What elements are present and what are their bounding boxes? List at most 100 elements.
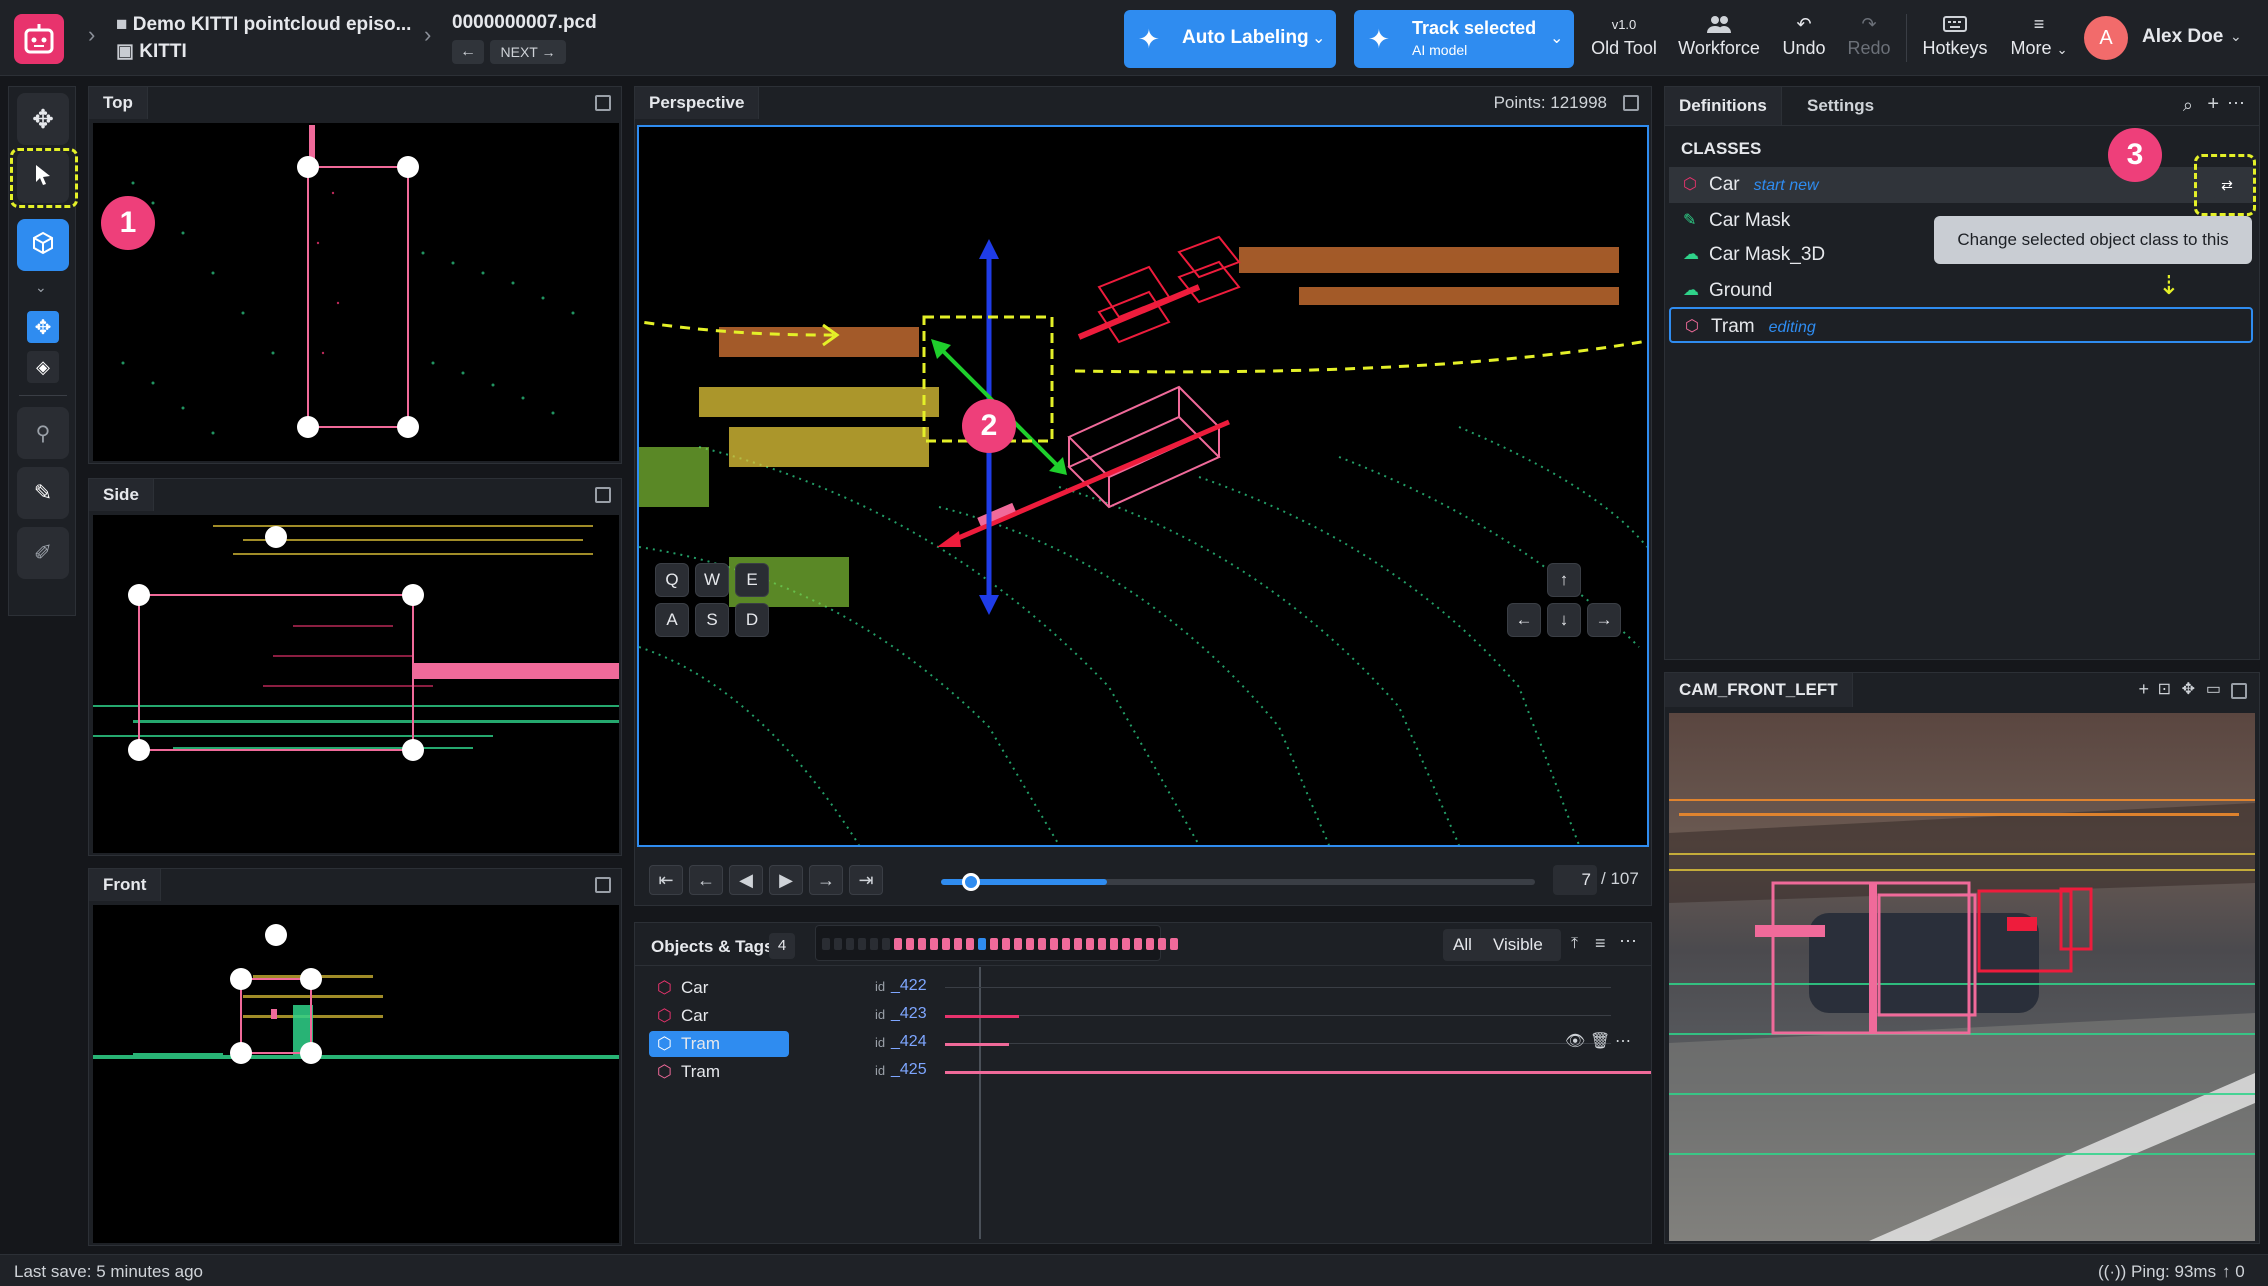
frame-slider-thumb[interactable] <box>961 873 980 891</box>
old-tool-button[interactable]: v1.0 Old Tool <box>1588 10 1660 59</box>
first-frame-button[interactable]: ⇤ <box>649 865 683 895</box>
rotate-handle[interactable] <box>265 924 287 946</box>
move-icon[interactable]: ✥ <box>2182 679 2195 699</box>
frame-cell[interactable] <box>1110 938 1118 950</box>
next-frame-button[interactable]: → <box>809 865 843 895</box>
frame-cell[interactable] <box>1074 938 1082 950</box>
expand-icon[interactable] <box>595 877 611 893</box>
resize-handle[interactable] <box>300 968 322 990</box>
camera-icon[interactable]: ▭ <box>2206 679 2221 699</box>
camera-image[interactable] <box>1669 713 2255 1241</box>
filter-visible[interactable]: Visible <box>1493 929 1543 961</box>
class-row-car[interactable]: ⬡ Car start new <box>1669 167 2253 203</box>
search-icon[interactable]: ⌕ <box>2183 95 2193 116</box>
avatar[interactable]: A <box>2084 16 2128 60</box>
expand-icon[interactable] <box>595 487 611 503</box>
key-w[interactable]: W <box>695 563 729 597</box>
graph-tool-button[interactable]: ⚲ <box>17 407 69 459</box>
tab-settings[interactable]: Settings <box>1793 87 1888 125</box>
frame-cell[interactable] <box>1038 938 1046 950</box>
collapse-icon[interactable]: ⤒ <box>1571 935 1578 953</box>
object-row[interactable]: ⬡ Tram <box>649 1059 789 1085</box>
class-row-tram[interactable]: ⬡ Tram editing <box>1669 307 2253 343</box>
last-frame-button[interactable]: ⇥ <box>849 865 883 895</box>
object-track-bar[interactable] <box>945 1015 1019 1018</box>
more-icon[interactable]: ⋯ <box>1619 931 1637 952</box>
lock-icon[interactable]: ⊡ <box>2158 679 2171 699</box>
chevron-down-icon[interactable]: ⌄ <box>1312 28 1325 48</box>
magic-wand-button[interactable]: ✎ <box>17 467 69 519</box>
key-e[interactable]: E <box>735 563 769 597</box>
frame-slider[interactable] <box>941 873 1535 891</box>
frame-cell[interactable] <box>846 938 854 950</box>
expand-icon[interactable] <box>2231 683 2247 699</box>
more-icon[interactable]: ⋯ <box>2227 93 2245 114</box>
frame-cell[interactable] <box>894 938 902 950</box>
eye-icon[interactable]: 👁 <box>1565 1031 1585 1051</box>
brush-tool-button[interactable]: ✐ <box>17 527 69 579</box>
frame-cell[interactable] <box>1158 938 1166 950</box>
object-track-bar[interactable] <box>945 1043 1009 1046</box>
chevron-down-icon[interactable]: ⌄ <box>1550 28 1563 48</box>
prev-button[interactable]: ← <box>452 40 484 64</box>
side-view-canvas[interactable] <box>93 515 619 853</box>
frame-cell[interactable] <box>834 938 842 950</box>
key-d[interactable]: D <box>735 603 769 637</box>
frame-cell[interactable] <box>990 938 998 950</box>
object-row[interactable]: ⬡ Car <box>649 1003 789 1029</box>
frame-cell[interactable] <box>966 938 974 950</box>
track-selected-button[interactable]: ✦ Track selected AI model ⌄ <box>1354 10 1574 68</box>
frame-cell[interactable] <box>870 938 878 950</box>
expand-icon[interactable] <box>1623 95 1639 111</box>
play-back-button[interactable]: ◀ <box>729 865 763 895</box>
side-view-tab[interactable]: Side <box>89 479 154 511</box>
resize-handle[interactable] <box>230 968 252 990</box>
resize-handle[interactable] <box>402 739 424 761</box>
plus-icon[interactable]: + <box>2138 679 2149 700</box>
frame-cell[interactable] <box>1026 938 1034 950</box>
chevron-down-icon[interactable]: ⌄ <box>2230 28 2242 45</box>
frame-cell[interactable] <box>1146 938 1154 950</box>
top-view-canvas[interactable] <box>93 123 619 461</box>
more-icon[interactable]: ⋯ <box>1615 1031 1631 1051</box>
key-a[interactable]: A <box>655 603 689 637</box>
user-name[interactable]: Alex Doe <box>2142 26 2223 48</box>
resize-handle[interactable] <box>402 584 424 606</box>
arrow-up-key[interactable]: ↑ <box>1547 563 1581 597</box>
front-view-canvas[interactable] <box>93 905 619 1243</box>
filter-all[interactable]: All <box>1453 929 1472 961</box>
frame-input[interactable]: 7 <box>1553 865 1597 895</box>
resize-handle[interactable] <box>128 584 150 606</box>
key-q[interactable]: Q <box>655 563 689 597</box>
frame-cell[interactable] <box>954 938 962 950</box>
layers-button[interactable]: ◈ <box>27 351 59 383</box>
prev-frame-button[interactable]: ← <box>689 865 723 895</box>
dataset-link[interactable]: ▣ KITTI <box>116 40 411 63</box>
play-button[interactable]: ▶ <box>769 865 803 895</box>
frame-cell[interactable] <box>906 938 914 950</box>
key-s[interactable]: S <box>695 603 729 637</box>
change-class-button[interactable]: ⇄ <box>2212 172 2242 198</box>
move-tool-button[interactable]: ✥ <box>17 93 69 145</box>
transform-mode-button[interactable]: ✥ <box>27 311 59 343</box>
top-view-tab[interactable]: Top <box>89 87 148 119</box>
plus-icon[interactable]: + <box>2207 93 2219 116</box>
resize-handle[interactable] <box>397 156 419 178</box>
frame-cell[interactable] <box>1014 938 1022 950</box>
frame-cell[interactable] <box>930 938 938 950</box>
cuboid-tool-button[interactable] <box>17 219 69 271</box>
tab-definitions[interactable]: Definitions <box>1665 87 1782 125</box>
workforce-button[interactable]: Workforce <box>1674 10 1764 59</box>
next-button[interactable]: NEXT → <box>490 40 566 64</box>
frame-cell[interactable] <box>942 938 950 950</box>
resize-handle[interactable] <box>397 416 419 438</box>
resize-handle[interactable] <box>297 416 319 438</box>
auto-labeling-button[interactable]: ✦ Auto Labeling ⌄ <box>1124 10 1336 68</box>
undo-button[interactable]: ↶ Undo <box>1776 10 1832 59</box>
arrow-left-key[interactable]: ← <box>1507 603 1541 637</box>
expand-icon[interactable] <box>595 95 611 111</box>
timeline-cursor[interactable] <box>979 967 981 1239</box>
frame-cell-current[interactable] <box>978 938 986 950</box>
project-link[interactable]: ■ Demo KITTI pointcloud episo... <box>116 14 411 36</box>
filter-icon[interactable]: ≡ <box>1595 933 1606 954</box>
